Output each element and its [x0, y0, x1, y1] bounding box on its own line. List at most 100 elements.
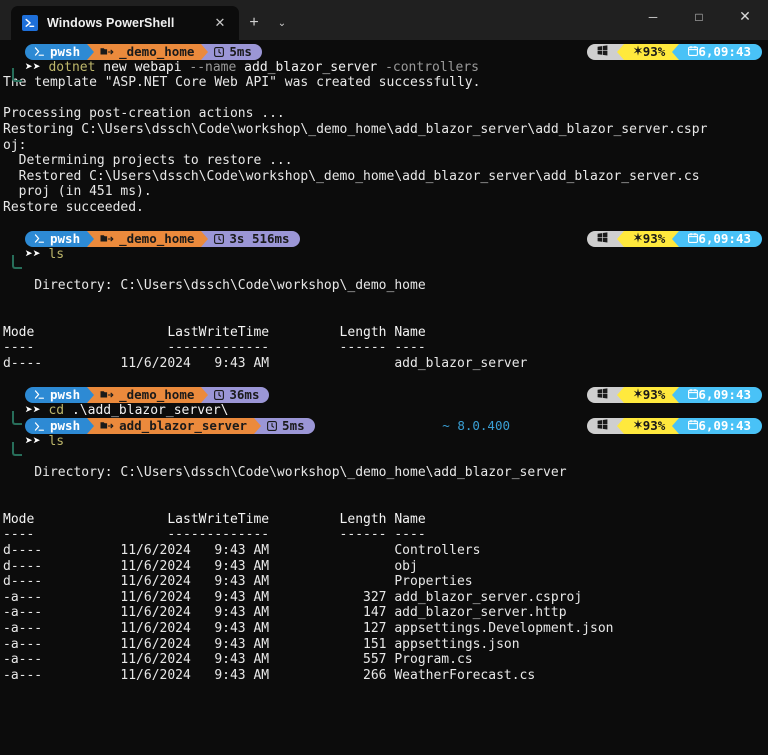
prompt-connector-icon — [12, 255, 22, 269]
title-bar: Windows PowerShell ✕ + ⌄ ─ □ ✕ — [0, 0, 768, 40]
listing-column-headers: Mode LastWriteTime Length Name — [0, 325, 768, 341]
status-separator-icon — [672, 418, 679, 434]
directory-listing-2: Directory: C:\Users\dssch\Code\workshop\… — [0, 449, 768, 683]
command-token: new webapi — [95, 60, 189, 75]
prompt-block-4: pwshadd_blazor_server5ms~ 8.0.40093%6,09… — [0, 418, 768, 449]
command-token: ls — [48, 434, 64, 449]
calendar-icon — [688, 418, 698, 434]
directory-label: add_blazor_server — [119, 418, 247, 434]
folder-arrow-icon — [100, 47, 114, 57]
prompt-block-3: pwsh_demo_home36ms93%6,09:43➤➤ cd .\add_… — [0, 387, 768, 418]
listing-row: -a--- 11/6/2024 9:43 AM 151 appsettings.… — [0, 637, 768, 653]
segment-duration: 3s 516ms — [208, 231, 299, 247]
battery-percent-label: 93% — [643, 418, 666, 434]
segment-shell: pwsh — [25, 418, 87, 434]
tab-windows-powershell[interactable]: Windows PowerShell ✕ — [11, 6, 239, 40]
powershell-icon — [22, 15, 38, 31]
shell-prompt-icon — [34, 233, 45, 244]
prompt-chevron-icon: ➤➤ — [25, 434, 41, 450]
calendar-icon — [688, 44, 698, 60]
windows-logo-icon — [597, 418, 608, 434]
maximize-button[interactable]: □ — [676, 0, 722, 33]
windows-logo-icon — [597, 44, 608, 60]
listing-row: d---- 11/6/2024 9:43 AM Properties — [0, 574, 768, 590]
folder-arrow-icon — [100, 421, 114, 431]
directory-label: _demo_home — [119, 44, 194, 60]
blank-line — [0, 262, 768, 278]
right-status-segments: 93% 6,09:43 — [587, 231, 762, 247]
duration-label: 36ms — [229, 387, 259, 403]
directory-label: _demo_home — [119, 387, 194, 403]
prompt-chevron-icon: ➤➤ — [25, 60, 41, 76]
segment-separator-icon — [87, 418, 94, 434]
close-window-button[interactable]: ✕ — [722, 0, 768, 33]
chevron-down-icon[interactable]: ⌄ — [269, 6, 295, 40]
status-separator-icon — [617, 387, 624, 403]
listing-row: d---- 11/6/2024 9:43 AM add_blazor_serve… — [0, 356, 768, 372]
status-separator-icon — [617, 231, 624, 247]
dotnet-output-line: Processing post-creation actions ... — [0, 106, 768, 122]
prompt-chevron-icon: ➤➤ — [25, 403, 41, 419]
command-token: .\add_blazor_server\ — [64, 403, 228, 418]
listing-row: -a--- 11/6/2024 9:43 AM 266 WeatherForec… — [0, 668, 768, 684]
charging-bolt-icon — [633, 231, 643, 247]
charging-bolt-icon — [633, 418, 643, 434]
segment-directory: _demo_home — [94, 44, 201, 60]
status-battery-segment: 93% — [624, 44, 673, 60]
clock-label: 6,09:43 — [698, 231, 751, 247]
prompt-block-1: pwsh_demo_home5ms93%6,09:43➤➤ dotnet new… — [0, 44, 768, 75]
segment-separator-icon — [87, 387, 94, 403]
blank-line — [0, 449, 768, 465]
powershell-window: Windows PowerShell ✕ + ⌄ ─ □ ✕ pwsh _demo… — [0, 0, 768, 755]
folder-arrow-icon — [100, 390, 114, 400]
command-row[interactable]: ➤➤ ls — [0, 247, 768, 263]
status-os-segment — [587, 418, 617, 434]
blank-line — [0, 371, 768, 387]
dotnet-output-line: Restored C:\Users\dssch\Code\workshop\_d… — [0, 169, 768, 185]
timer-icon — [214, 234, 224, 244]
blank-line — [0, 496, 768, 512]
new-tab-button[interactable]: + — [239, 6, 269, 40]
terminal-output[interactable]: pwsh_demo_home5ms93%6,09:43➤➤ dotnet new… — [0, 40, 768, 755]
left-prompt-segments: pwsh_demo_home36ms — [25, 387, 269, 403]
dotnet-output-line: The template "ASP.NET Core Web API" was … — [0, 75, 768, 91]
segment-shell: pwsh — [25, 44, 87, 60]
right-status-segments: 93%6,09:43 — [587, 418, 762, 434]
segment-separator-icon — [201, 231, 208, 247]
listing-column-headers: Mode LastWriteTime Length Name — [0, 512, 768, 528]
directory-label: _demo_home — [119, 231, 194, 247]
dotnet-output-line: proj (in 451 ms). — [0, 184, 768, 200]
command-text: ls — [41, 247, 64, 263]
prompt-segments-row: pwshadd_blazor_server5ms~ 8.0.40093%6,09… — [0, 418, 768, 434]
close-tab-icon[interactable]: ✕ — [207, 11, 233, 35]
listing-row: -a--- 11/6/2024 9:43 AM 147 add_blazor_s… — [0, 605, 768, 621]
clock-label: 6,09:43 — [698, 387, 751, 403]
status-separator-icon — [617, 44, 624, 60]
segment-separator-icon — [201, 387, 208, 403]
segment-directory: _demo_home — [94, 387, 201, 403]
directory-listing-1: Directory: C:\Users\dssch\Code\workshop\… — [0, 262, 768, 371]
clock-label: 6,09:43 — [698, 44, 751, 60]
command-token: cd — [48, 403, 64, 418]
shell-prompt-icon — [34, 421, 45, 432]
battery-percent-label: 93% — [643, 387, 666, 403]
listing-header-underline: ---- ------------- ------ ---- — [0, 527, 768, 543]
segment-separator-icon — [254, 418, 261, 434]
command-row[interactable]: ➤➤ ls — [0, 434, 768, 450]
dotnet-output-line: Determining projects to restore ... — [0, 153, 768, 169]
command-token: -controllers — [385, 60, 479, 75]
status-separator-icon — [672, 44, 679, 60]
timer-icon — [267, 421, 277, 431]
prompt-segments-row: pwsh_demo_home36ms93%6,09:43 — [0, 387, 768, 403]
segment-separator-icon — [87, 231, 94, 247]
segment-duration: 36ms — [208, 387, 269, 403]
command-row[interactable]: ➤➤ dotnet new webapi --name add_blazor_s… — [0, 60, 768, 76]
command-row[interactable]: ➤➤ cd .\add_blazor_server\ — [0, 403, 768, 419]
prompt-block-2: pwsh _demo_home 3s 516ms 93% 6,09:43➤➤ ls — [0, 231, 768, 262]
calendar-icon — [688, 387, 698, 403]
folder-arrow-icon — [100, 234, 114, 244]
windows-logo-icon — [597, 231, 608, 247]
minimize-button[interactable]: ─ — [630, 0, 676, 33]
status-battery-segment: 93% — [624, 231, 673, 247]
segment-shell: pwsh — [25, 231, 87, 247]
